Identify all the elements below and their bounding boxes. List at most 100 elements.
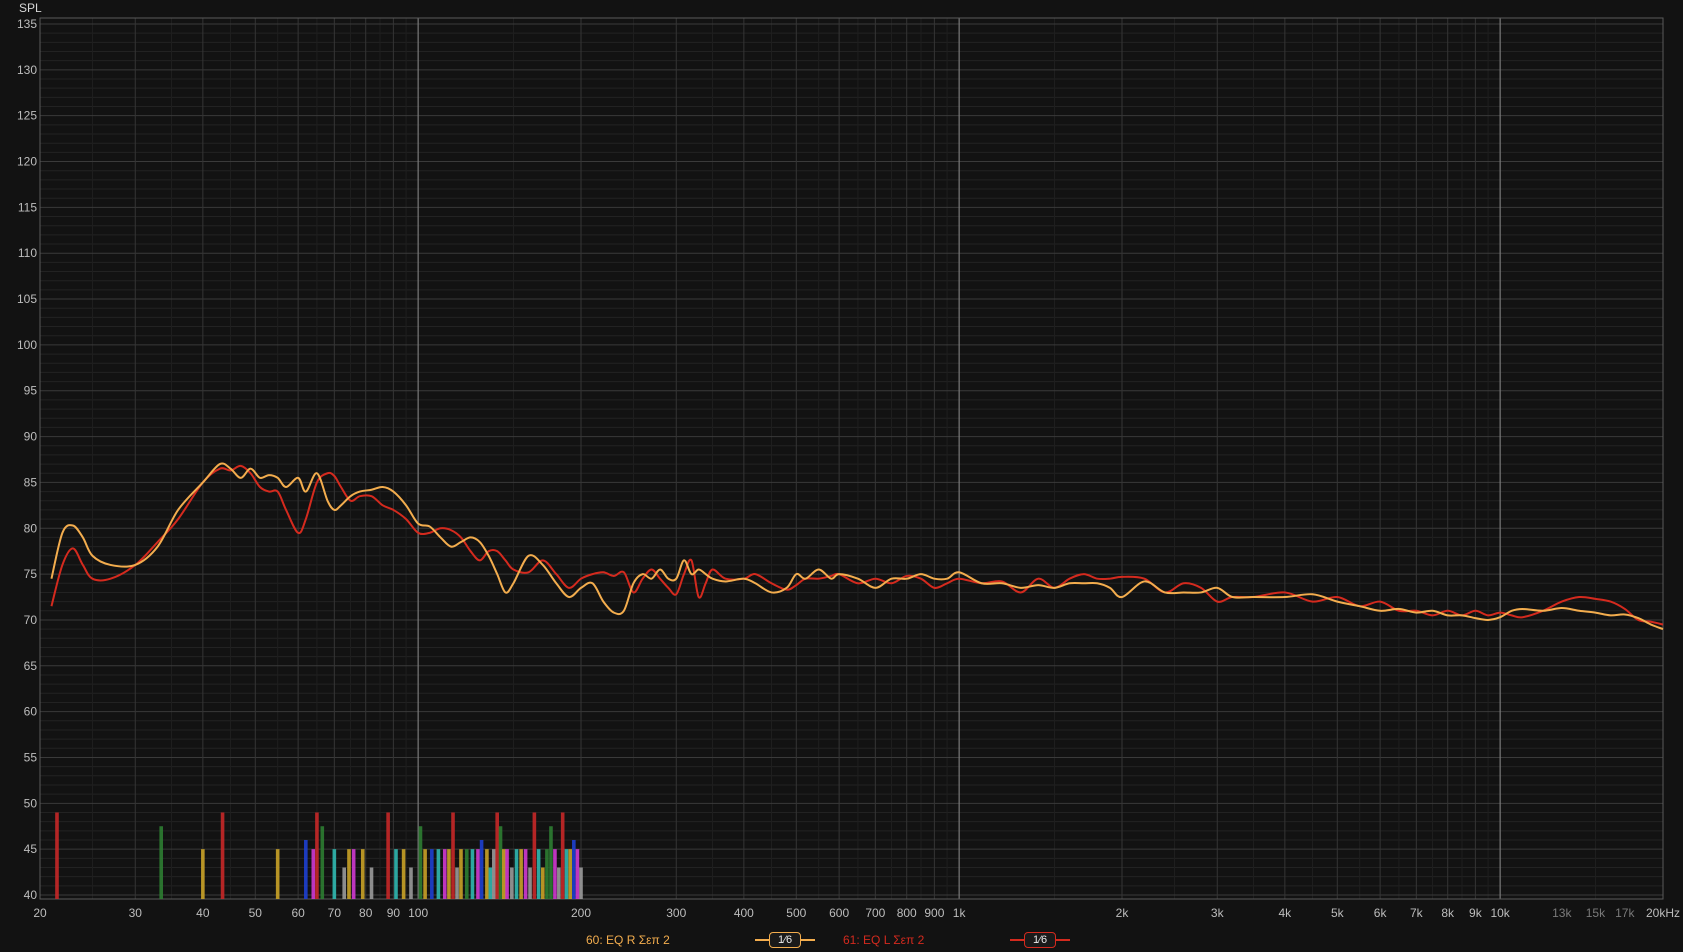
x-tick-label: 700 [865,906,885,920]
y-tick-label: 135 [17,17,37,31]
eq-filter-marker [579,867,583,899]
x-tick-label: 20kHz [1646,906,1680,920]
eq-filter-marker [332,849,337,899]
x-tick-label: 200 [571,906,591,920]
x-tick-label: 90 [387,906,401,920]
y-tick-label: 115 [18,200,37,214]
eq-filter-marker [423,849,427,899]
x-tick-label: 500 [786,906,806,920]
x-tick-label: 3k [1211,906,1225,920]
eq-filter-marker [455,867,459,899]
x-tick-label: 2k [1116,906,1130,920]
x-tick-label: 8k [1441,906,1455,920]
y-tick-label: 130 [17,63,37,77]
legend-label-eq-r[interactable]: 60: EQ R Σεπ 2 [586,933,670,947]
eq-filter-marker [430,849,434,899]
x-tick-label: 40 [196,906,210,920]
smoothing-badge-eq-l[interactable]: 1⁄6 [1010,931,1071,949]
eq-filter-marker [442,849,447,899]
y-tick-label: 105 [17,292,37,306]
eq-filter-marker [409,867,413,899]
eq-filter-marker [560,812,565,899]
eq-filter-marker [536,849,541,899]
x-tick-label: 5k [1331,906,1345,920]
eq-filter-marker [510,867,514,899]
legend-item-eq-r[interactable]: 60: EQ R Σεπ 2 [586,929,670,951]
x-tick-label: 4k [1279,906,1293,920]
eq-filter-marker [519,849,523,899]
x-tick-label: 10k [1490,906,1510,920]
eq-filter-marker [488,867,493,899]
x-tick-label: 13k [1552,906,1572,920]
eq-filter-marker [557,867,561,899]
x-tick-label: 80 [359,906,373,920]
eq-filter-marker [514,849,519,899]
eq-filter-marker [572,839,576,899]
eq-filter-marker [311,849,316,899]
eq-filter-marker [470,849,475,899]
y-tick-label: 95 [24,384,38,398]
eq-filter-marker [505,849,509,899]
y-tick-label: 70 [24,613,38,627]
x-tick-label: 17k [1615,906,1635,920]
smoothing-value-eq-l[interactable]: 1⁄6 [1024,932,1057,948]
eq-filter-marker [479,839,484,899]
x-tick-label: 800 [897,906,917,920]
eq-filter-marker [201,849,205,899]
x-tick-label: 20 [33,906,47,920]
x-tick-label: 60 [291,906,305,920]
x-tick-label: 15k [1586,906,1606,920]
eq-filter-marker [464,849,469,899]
legend-label-eq-l[interactable]: 61: EQ L Σεπ 2 [843,933,924,947]
legend-item-eq-l[interactable]: 61: EQ L Σεπ 2 [843,929,924,951]
y-tick-label: 125 [17,109,37,123]
eq-filter-marker [568,849,572,899]
eq-filter-marker [541,867,545,899]
x-tick-label: 6k [1374,906,1388,920]
eq-filter-marker [436,849,441,899]
eq-filter-marker [575,849,580,899]
eq-filter-marker [418,826,423,899]
eq-filter-marker [549,826,553,899]
eq-filter-marker [304,839,308,899]
y-tick-label: 40 [24,888,38,902]
eq-filter-marker [159,826,163,899]
y-tick-label: 110 [18,246,37,260]
eq-filter-marker [347,849,351,899]
eq-filter-marker [220,812,225,899]
eq-filter-marker [502,849,506,899]
y-tick-label: 80 [24,521,38,535]
y-tick-label: 60 [24,705,38,719]
eq-filter-marker [528,867,532,899]
legend-line-right [801,939,816,941]
eq-filter-marker [447,849,451,899]
eq-filter-marker [564,849,569,899]
frequency-response-chart[interactable]: 40 45 50 55 60 65 70 75 80 85 90 95 100 105 110 115 120 1… [0,0,1683,952]
eq-filter-marker [476,849,480,899]
smoothing-badge-eq-r[interactable]: 1⁄6 [755,931,816,949]
eq-filter-marker [459,849,463,899]
smoothing-value-eq-r[interactable]: 1⁄6 [769,932,802,948]
eq-filter-marker [369,867,374,899]
y-tick-label: 90 [24,430,38,444]
x-tick-label: 70 [328,906,342,920]
eq-filter-marker [485,849,489,899]
x-tick-label: 900 [924,906,944,920]
eq-filter-marker [495,812,499,899]
y-tick-label: 85 [24,475,38,489]
eq-filter-marker [320,826,325,899]
y-tick-label: 50 [24,796,38,810]
y-tick-label: 120 [17,155,37,169]
legend-line-left [1010,939,1024,941]
eq-filter-marker [498,826,503,899]
eq-filter-marker [532,812,537,899]
y-tick-label: 45 [24,842,38,856]
eq-filter-marker [401,849,406,899]
x-tick-label: 50 [249,906,263,920]
x-tick-label: 30 [129,906,143,920]
eq-filter-marker [545,849,549,899]
eq-filter-marker [523,849,528,899]
x-tick-label: 600 [829,906,849,920]
y-tick-label: 65 [24,659,38,673]
y-axis-label: SPL [19,1,42,15]
